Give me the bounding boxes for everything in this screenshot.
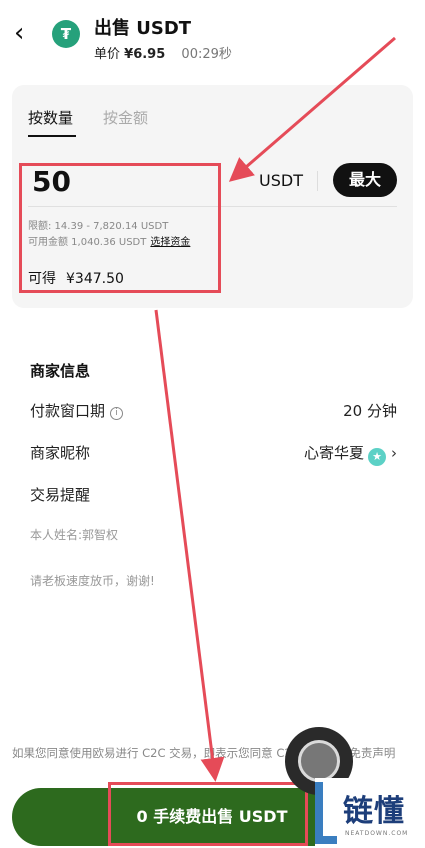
- annotation-arrows: [154, 36, 396, 782]
- annotation-arrow: [154, 309, 225, 782]
- annotation-arrow: [228, 36, 396, 182]
